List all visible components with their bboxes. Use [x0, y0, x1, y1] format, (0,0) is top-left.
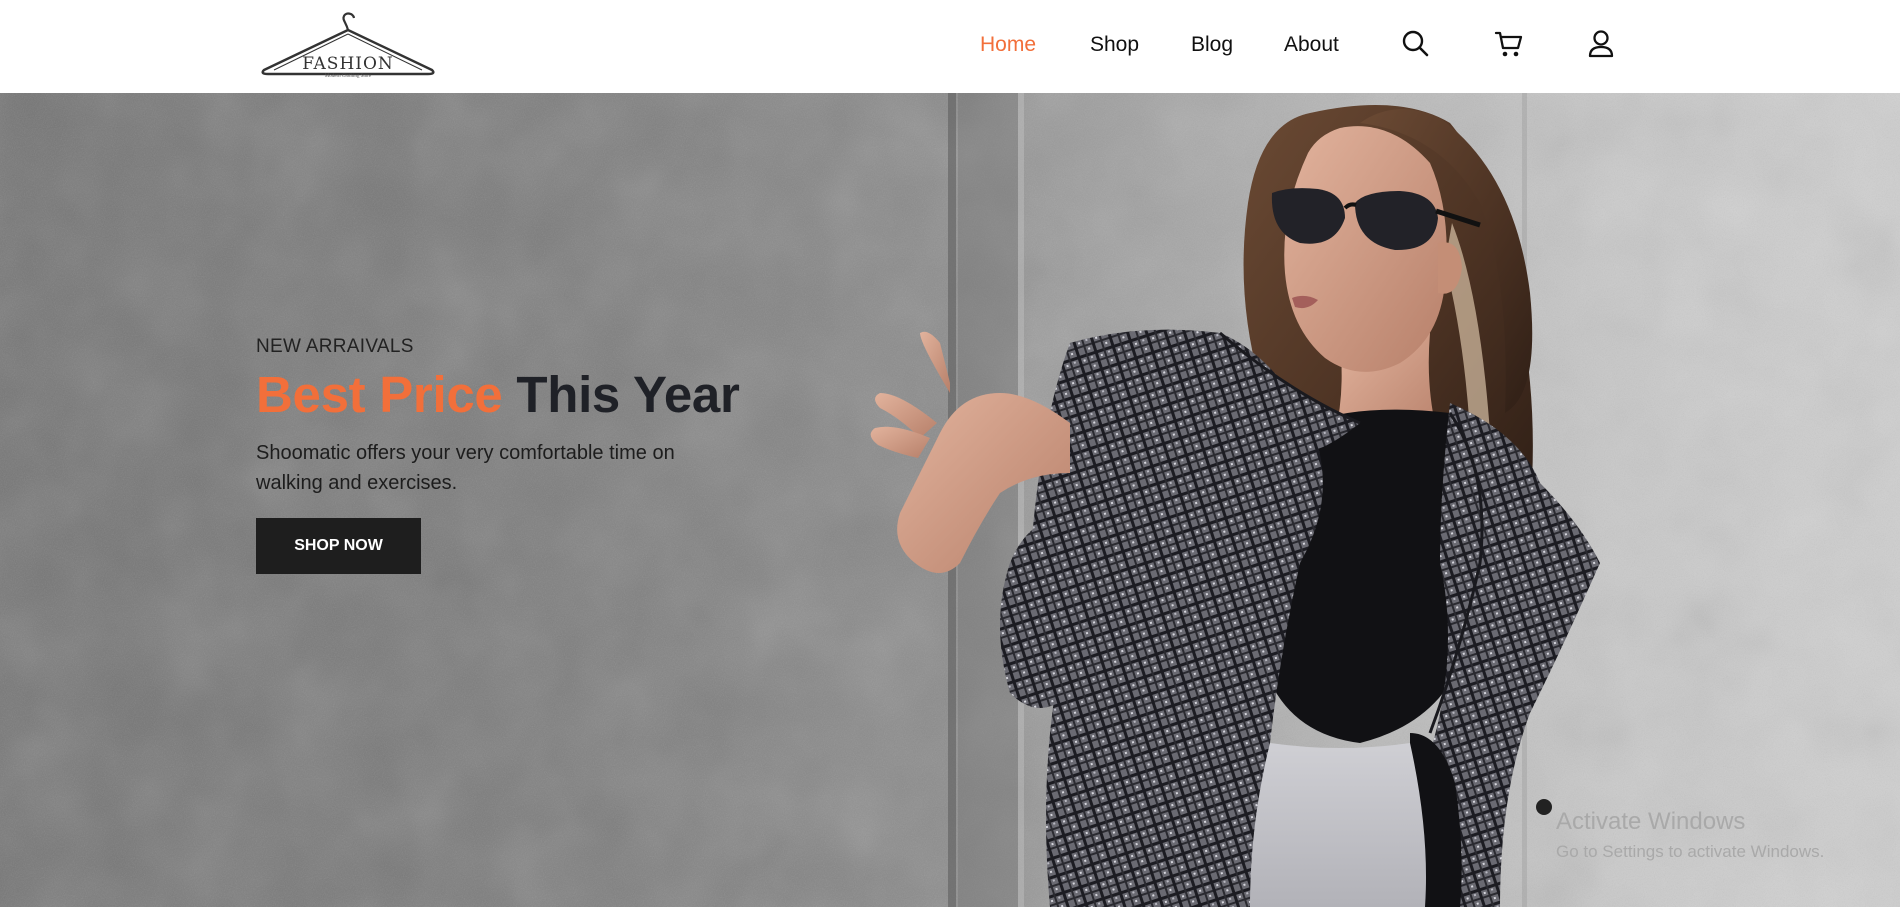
search-icon[interactable]: [1401, 28, 1431, 60]
user-icon[interactable]: [1586, 28, 1616, 60]
windows-activation-watermark: Activate Windows Go to Settings to activ…: [1556, 808, 1824, 862]
brand-logo[interactable]: FASHION Modern Clothing Store: [256, 8, 440, 84]
nav-blog[interactable]: Blog: [1191, 33, 1233, 57]
headline-highlight: Best Price: [256, 366, 503, 423]
fashion-model-image: [870, 105, 1600, 907]
shop-now-button[interactable]: SHOP NOW: [256, 518, 421, 574]
hero-headline: Best Price This Year: [256, 365, 740, 424]
cart-icon[interactable]: [1494, 28, 1524, 60]
watermark-title: Activate Windows: [1556, 808, 1746, 835]
nav-home[interactable]: Home: [980, 33, 1036, 57]
nav-shop[interactable]: Shop: [1090, 33, 1139, 57]
watermark-subtitle: Go to Settings to activate Windows.: [1556, 842, 1825, 861]
headline-rest: This Year: [516, 366, 740, 423]
site-header: FASHION Modern Clothing Store Home Shop …: [0, 0, 1900, 93]
hero-banner: NEW ARRAIVALS Best Price This Year Shoom…: [0, 93, 1900, 907]
logo-text: FASHION: [302, 54, 394, 74]
hero-description: Shoomatic offers your very comfortable t…: [256, 442, 675, 494]
nav-about[interactable]: About: [1284, 33, 1339, 57]
logo-subtitle: Modern Clothing Store: [324, 74, 372, 79]
hero-content: NEW ARRAIVALS Best Price This Year Shoom…: [256, 93, 856, 907]
hero-eyebrow: NEW ARRAIVALS: [256, 336, 414, 357]
